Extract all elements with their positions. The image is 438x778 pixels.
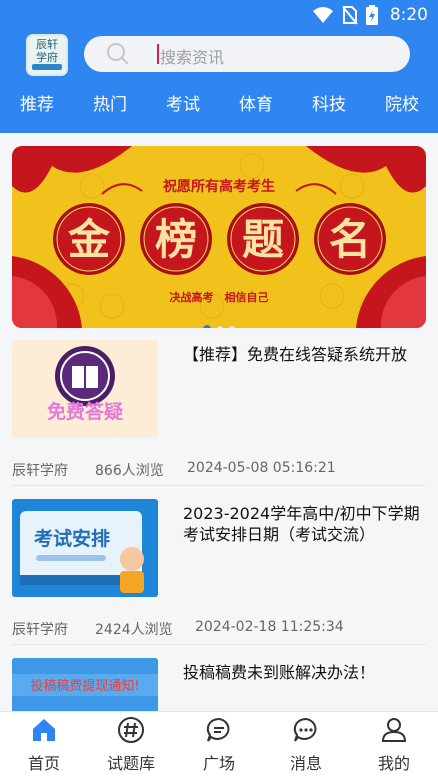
app-logo[interactable]: 辰轩 学府 [26,34,68,76]
search-bar[interactable]: 搜索资讯 [84,36,410,72]
nav-mine[interactable]: 我的 [354,716,434,774]
home-icon [33,719,55,741]
user-icon [381,718,407,742]
banner-image: 祝愿所有高考考生 金 榜 题 名 决战高考 相信自己 [12,146,426,328]
chat-bubble-icon [206,717,230,742]
article-views: 2424人浏览 [95,622,173,638]
feed: 祝愿所有高考考生 金 榜 题 名 决战高考 相信自己 免费答疑 【推荐】免费在线… [0,133,438,711]
nav-messages[interactable]: 消息 [266,716,346,774]
nav-label: 我的 [377,754,410,773]
app-header: 8:20 辰轩 学府 搜索资讯 推荐 热门 考试 体育 科技 院校 [0,0,438,133]
banner-char-3: 题 [242,215,284,264]
status-icons: 8:20 [312,4,428,26]
message-dots-icon [293,717,317,742]
nav-question-bank[interactable]: 试题库 [91,716,171,774]
article-date: 2024-05-08 05:16:21 [187,460,336,476]
battery-charging-icon [365,5,378,25]
nav-square[interactable]: 广场 [179,716,259,774]
nav-label: 消息 [289,754,322,773]
tab-colleges[interactable]: 院校 [385,90,419,115]
article-title[interactable]: 投稿稿费未到账解决办法！ [183,662,426,683]
thumb-label: 投稿稿费提现通知! [30,678,139,694]
carousel-dot-active[interactable] [203,325,211,328]
article-views: 866人浏览 [95,463,164,479]
logo-mark: 辰轩 学府 [36,38,58,64]
article-item[interactable]: 投稿稿费提现通知! 投稿稿费未到账解决办法！ [12,658,426,711]
divider [12,644,426,645]
tab-hot[interactable]: 热门 [93,90,127,115]
article-title[interactable]: 【推荐】免费在线答疑系统开放 [183,344,426,365]
tab-exam[interactable]: 考试 [166,90,200,115]
search-icon [107,43,129,65]
carousel-dot[interactable] [217,326,223,328]
article-source: 辰轩学府 [12,463,68,479]
article-title[interactable]: 2023-2024学年高中/初中下学期考试安排日期（考试交流） [183,503,426,545]
bottom-navigation: 首页 试题库 广场 消息 我的 [0,711,438,778]
hash-icon [118,717,144,743]
nav-label: 广场 [202,754,235,773]
nav-label: 首页 [27,754,60,773]
carousel-dots [203,325,235,328]
thumb-label: 免费答疑 [47,400,123,423]
article-date: 2024-02-18 11:25:34 [195,619,344,635]
tab-tech[interactable]: 科技 [312,90,346,115]
status-bar: 8:20 [0,0,438,32]
tab-sports[interactable]: 体育 [239,90,273,115]
no-sim-icon [342,6,358,25]
article-item[interactable]: 考试安排 2023-2024学年高中/初中下学期考试安排日期（考试交流） 辰轩学… [12,499,426,645]
article-item[interactable]: 免费答疑 【推荐】免费在线答疑系统开放 辰轩学府 866人浏览 2024-05-… [12,340,426,486]
banner-carousel[interactable]: 祝愿所有高考考生 金 榜 题 名 决战高考 相信自己 [12,146,426,328]
banner-bottom-text: 决战高考 相信自己 [170,290,269,304]
status-time: 8:20 [389,5,428,25]
nav-home[interactable]: 首页 [4,716,84,774]
article-thumbnail: 投稿稿费提现通知! [12,658,158,711]
banner-top-text: 祝愿所有高考考生 [163,178,275,195]
search-input[interactable]: 搜索资讯 [160,44,224,68]
nav-label: 试题库 [106,754,155,773]
banner-char-2: 榜 [155,215,197,264]
wifi-icon [312,7,333,23]
carousel-dot[interactable] [229,326,235,328]
article-thumbnail: 考试安排 [12,499,158,597]
banner-char-1: 金 [67,215,111,264]
article-thumbnail: 免费答疑 [12,340,158,438]
banner-char-4: 名 [329,215,371,264]
category-tabs: 推荐 热门 考试 体育 科技 院校 [0,90,438,116]
article-source: 辰轩学府 [12,622,68,638]
text-cursor [157,44,159,64]
tab-recommend[interactable]: 推荐 [20,90,54,115]
logo-strip [32,64,62,70]
divider [12,485,426,486]
thumb-label: 考试安排 [34,527,110,550]
